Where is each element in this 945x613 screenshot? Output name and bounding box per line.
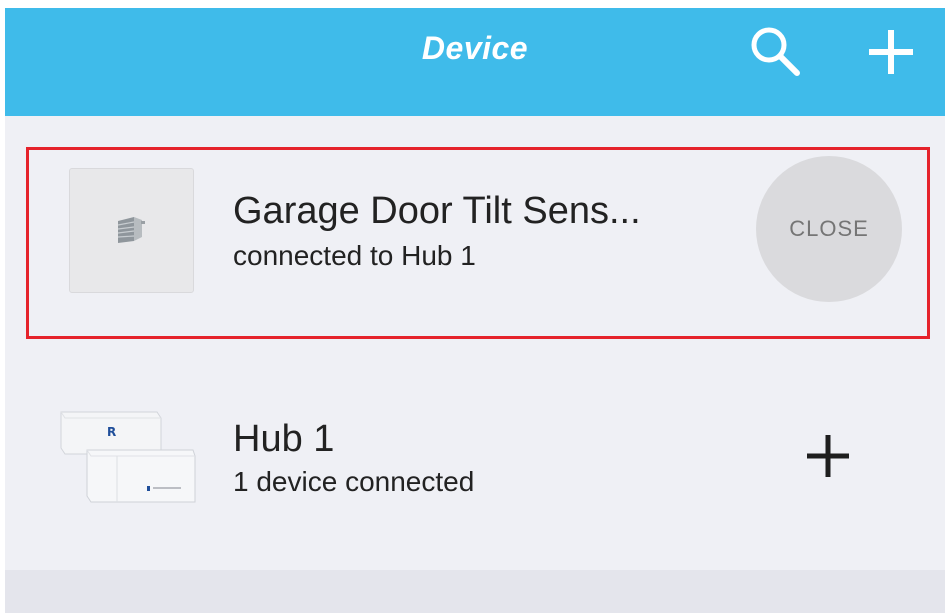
- device-row-garage-sensor[interactable]: Garage Door Tilt Sens... connected to Hu…: [5, 148, 945, 338]
- svg-text:R: R: [107, 425, 116, 439]
- hub-device-icon: R: [60, 411, 196, 503]
- plus-icon: [807, 435, 849, 477]
- device-row-hub[interactable]: R Hub 1 1 device connected: [5, 358, 945, 538]
- close-button[interactable]: CLOSE: [756, 156, 902, 302]
- device-name: Hub 1: [233, 418, 335, 460]
- list-footer: [5, 570, 945, 613]
- header-bar: Device: [5, 8, 945, 116]
- device-thumbnail: [69, 168, 194, 293]
- device-status: connected to Hub 1: [233, 240, 476, 271]
- search-icon: [751, 27, 800, 76]
- search-button[interactable]: [745, 22, 805, 82]
- garage-door-icon: [117, 216, 145, 243]
- add-to-hub-button[interactable]: [800, 428, 856, 484]
- device-screen: Device Garage Door Tilt Sens... connecte…: [5, 8, 945, 613]
- plus-icon: [869, 30, 913, 74]
- device-status: 1 device connected: [233, 466, 475, 497]
- device-name: Garage Door Tilt Sens...: [233, 190, 641, 232]
- add-device-button[interactable]: [861, 22, 921, 82]
